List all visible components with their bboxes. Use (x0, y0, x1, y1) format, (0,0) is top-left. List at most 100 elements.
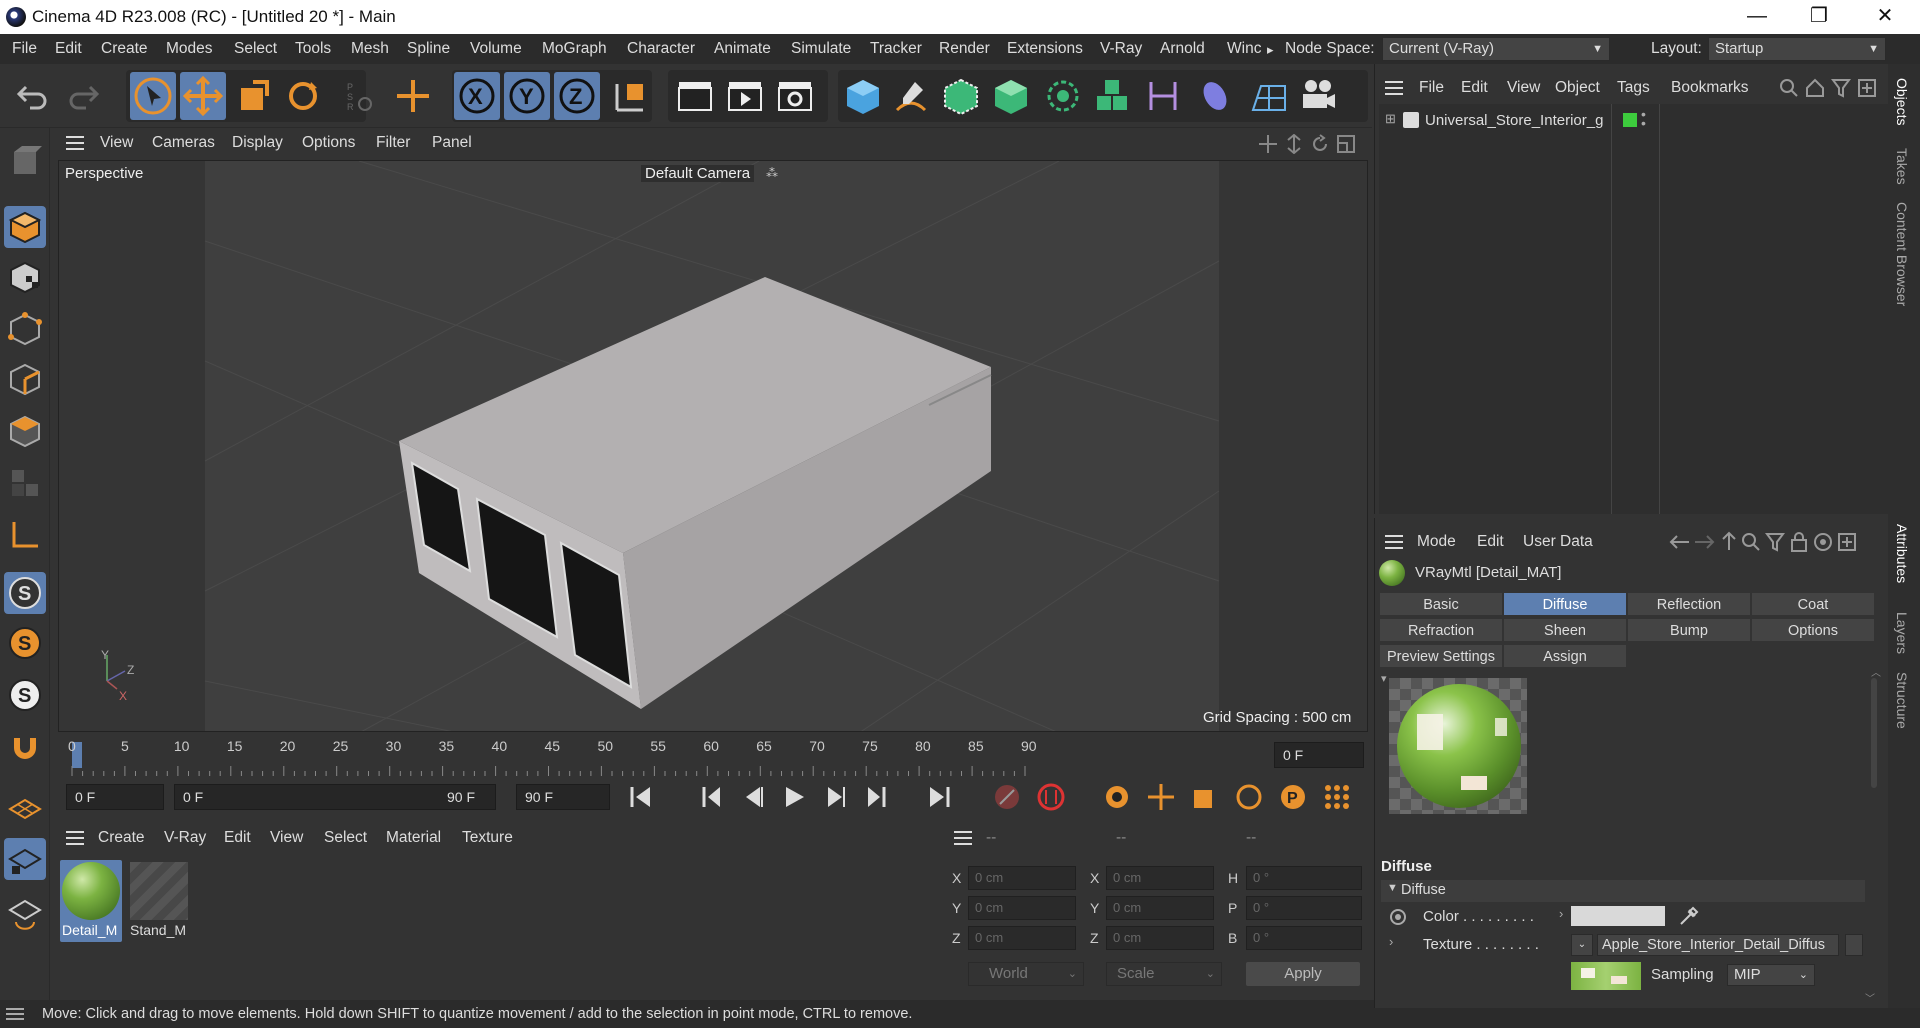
key-scale-icon[interactable] (1190, 782, 1220, 812)
visibility-dots-icon[interactable]: • • (1641, 107, 1646, 130)
key-position-icon[interactable] (1146, 782, 1176, 812)
tab-assign[interactable]: Assign (1503, 644, 1627, 668)
attr-menu-edit[interactable]: Edit (1477, 533, 1504, 551)
next-key-icon[interactable] (864, 783, 892, 811)
preview-scrollbar[interactable] (1871, 678, 1877, 788)
menu-vray[interactable]: V-Ray (1100, 40, 1142, 58)
move-tool-button[interactable] (180, 72, 226, 120)
frame-range-slider[interactable]: 0 F 90 F (174, 784, 496, 810)
start-frame-field[interactable]: 0 F (66, 784, 164, 810)
tab-refraction[interactable]: Refraction (1379, 618, 1503, 642)
menu-file[interactable]: File (12, 40, 37, 58)
material-menu-edit[interactable]: Edit (224, 829, 251, 847)
previous-key-icon[interactable] (696, 783, 724, 811)
filter-icon[interactable] (1831, 78, 1851, 98)
workplane-button[interactable] (4, 514, 46, 556)
target-icon[interactable] (1813, 532, 1833, 552)
size-z-field[interactable]: 0 cm (1106, 926, 1214, 950)
key-parameter-icon[interactable]: P (1278, 782, 1308, 812)
side-tab-structure[interactable]: Structure (1894, 672, 1910, 729)
locked-workplane-button[interactable] (4, 838, 46, 880)
floor-button[interactable] (1246, 72, 1292, 120)
layout-dropdown[interactable]: Startup ▼ (1708, 37, 1886, 61)
menu-extensions[interactable]: Extensions (1007, 40, 1083, 58)
psr-button[interactable]: PSR (336, 72, 382, 120)
play-icon[interactable] (780, 783, 808, 811)
eyedropper-icon[interactable] (1677, 904, 1701, 928)
redo-button[interactable] (60, 72, 106, 120)
previous-frame-icon[interactable] (738, 783, 766, 811)
menu-render[interactable]: Render (939, 40, 990, 58)
menu-simulate[interactable]: Simulate (791, 40, 851, 58)
go-to-end-icon[interactable] (926, 783, 954, 811)
tab-options[interactable]: Options (1751, 618, 1875, 642)
menu-modes[interactable]: Modes (166, 40, 213, 58)
snap-button[interactable] (4, 728, 46, 770)
camera-button[interactable] (1296, 72, 1342, 120)
scroll-down-icon[interactable]: ﹀ (1865, 990, 1875, 1005)
rotation-p-field[interactable]: 0 ° (1246, 896, 1362, 920)
size-y-field[interactable]: 0 cm (1106, 896, 1214, 920)
hamburger-menu-icon[interactable] (954, 831, 972, 845)
cloner-button[interactable] (1040, 72, 1086, 120)
current-frame-field[interactable]: 0 F (1274, 742, 1364, 768)
viewport-menu-options[interactable]: Options (302, 134, 355, 152)
transform-button[interactable] (390, 72, 436, 120)
floor-grid-button[interactable] (4, 788, 46, 830)
menu-mograph[interactable]: MoGraph (542, 40, 607, 58)
menu-select[interactable]: Select (234, 40, 277, 58)
menu-spline[interactable]: Spline (407, 40, 450, 58)
attr-menu-mode[interactable]: Mode (1417, 533, 1456, 551)
model-mode-button[interactable] (4, 206, 46, 248)
next-frame-icon[interactable] (822, 783, 850, 811)
home-icon[interactable] (1805, 78, 1825, 98)
keyframe-selection-icon[interactable] (1102, 782, 1132, 812)
perspective-viewport[interactable]: Perspective Default Camera ⁂ Grid Spacin… (58, 160, 1368, 732)
arrow-up-icon[interactable] (1719, 530, 1739, 552)
hamburger-menu-icon[interactable] (6, 1008, 24, 1020)
side-tab-attributes[interactable]: Attributes (1894, 524, 1910, 583)
texture-path-field[interactable]: Apple_Store_Interior_Detail_Diffus (1597, 934, 1839, 956)
material-menu-view[interactable]: View (270, 829, 303, 847)
menu-window[interactable]: Winc (1227, 40, 1261, 58)
tab-basic[interactable]: Basic (1379, 592, 1503, 616)
rotation-h-field[interactable]: 0 ° (1246, 866, 1362, 890)
workplane-rotate-button[interactable] (4, 892, 46, 934)
expand-icon[interactable]: ⊞ (1385, 111, 1396, 127)
hamburger-menu-icon[interactable] (1385, 535, 1403, 549)
menu-arnold[interactable]: Arnold (1160, 40, 1205, 58)
close-button[interactable]: ✕ (1856, 0, 1914, 34)
fracture-button[interactable] (1090, 72, 1136, 120)
go-to-start-icon[interactable] (626, 783, 654, 811)
autokey-icon[interactable] (1036, 782, 1066, 812)
rotation-b-field[interactable]: 0 ° (1246, 926, 1362, 950)
tab-reflection[interactable]: Reflection (1627, 592, 1751, 616)
x-axis-lock-button[interactable]: X (454, 72, 500, 120)
side-tab-takes[interactable]: Takes (1894, 148, 1910, 185)
filter-icon[interactable] (1765, 532, 1785, 552)
texture-mode-button[interactable] (4, 256, 46, 298)
viewport-menu-cameras[interactable]: Cameras (152, 134, 215, 152)
key-point-level-icon[interactable] (1322, 782, 1352, 812)
undo-button[interactable] (10, 72, 56, 120)
search-icon[interactable] (1741, 532, 1761, 552)
menu-edit[interactable]: Edit (55, 40, 82, 58)
hamburger-menu-icon[interactable] (1385, 81, 1403, 95)
viewport-menu-view[interactable]: View (100, 134, 133, 152)
viewport-menu-display[interactable]: Display (232, 134, 283, 152)
extrude-button[interactable] (988, 72, 1034, 120)
render-settings-button[interactable] (772, 72, 818, 120)
viewport-menu-filter[interactable]: Filter (376, 134, 410, 152)
points-mode-button[interactable] (4, 308, 46, 350)
tab-diffuse[interactable]: Diffuse (1503, 592, 1627, 616)
viewport-maximize-icon[interactable] (1336, 134, 1356, 154)
collapse-chevron-icon[interactable]: ▾ (1381, 672, 1387, 685)
deformer-button[interactable] (1140, 72, 1186, 120)
scroll-up-icon[interactable]: ︿ (1871, 664, 1881, 679)
subdivision-surface-button[interactable] (938, 72, 984, 120)
attr-menu-user-data[interactable]: User Data (1523, 533, 1593, 551)
node-space-dropdown[interactable]: Current (V-Ray) ▼ (1382, 37, 1610, 61)
object-menu-bookmarks[interactable]: Bookmarks (1671, 79, 1749, 97)
search-icon[interactable] (1779, 78, 1799, 98)
viewport-rotate-icon[interactable] (1310, 134, 1330, 154)
